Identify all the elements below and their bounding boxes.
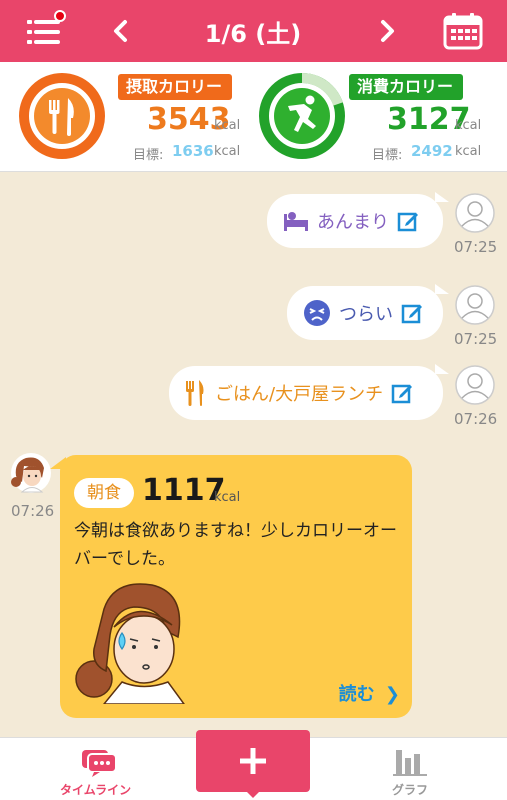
tab-timeline-label: タイムライン [60,783,132,797]
fork-knife-icon [186,380,204,406]
user-avatar-icon[interactable] [455,193,495,233]
sad-face-icon [304,300,330,326]
tab-graph-label: グラフ [392,783,429,797]
burn-label: 消費カロリー [349,74,464,100]
chevron-left-icon[interactable] [106,16,136,46]
burn-goal-label: 目標: [372,148,403,163]
timeline-entry-sleep[interactable]: あんまり [267,192,449,248]
edit-icon[interactable] [391,382,413,404]
entry-time: 07:25 [454,330,498,348]
calendar-icon[interactable] [443,12,483,50]
intake-goal-value: 1636 [172,142,214,160]
edit-icon[interactable] [401,302,423,324]
burn-goal-value: 2492 [411,142,453,160]
intake-label: 摂取カロリー [118,74,233,100]
tab-graph[interactable]: グラフ [370,738,450,800]
meal-kcal: 1117 [142,473,226,508]
menu-button[interactable] [24,10,66,50]
entry-time: 07:26 [454,410,498,428]
timeline-entry-mood[interactable]: つらい [287,284,449,340]
entry-time: 07:25 [454,238,498,256]
entry-label: あんまり [317,212,389,233]
coach-time: 07:26 [11,502,55,520]
burn-goal-unit: kcal [455,144,482,159]
app-header: 1/6 (土) [0,0,507,62]
tab-timeline[interactable]: タイムライン [50,738,150,800]
current-date: 1/6 (土) [204,20,302,48]
intake-unit: kcal [214,118,241,133]
coach-message: 今朝は食欲ありますね！少しカロリーオーバーでした。 [74,521,397,569]
coach-message-card[interactable]: 朝食 1117 kcal 今朝は食欲ありますね！少しカロリーオーバーでした。 読… [50,455,412,718]
chevron-right-icon[interactable] [372,16,402,46]
read-more-link[interactable]: 読む ❯ [339,680,400,706]
bar-chart-icon [393,750,427,776]
chevron-right-icon: ❯ [384,684,400,705]
intake-goal-label: 目標: [133,148,164,163]
burn-unit: kcal [455,118,482,133]
meal-kcal-unit: kcal [214,490,241,505]
notification-badge [54,10,66,22]
read-more-label: 読む [338,684,375,705]
coach-avatar[interactable] [10,452,52,494]
calorie-summary: 摂取カロリー 3543 kcal 目標: 1636 kcal 消費カロリー 31… [0,62,507,172]
add-button-pointer [245,790,261,798]
user-avatar-icon[interactable] [455,285,495,325]
timeline-entry-meal[interactable]: ごはん/大戸屋ランチ [169,364,449,420]
burn-ring[interactable] [258,72,346,160]
user-avatar-icon[interactable] [455,365,495,405]
plus-icon [240,748,266,774]
meal-type-tag: 朝食 [74,478,134,508]
chat-bubble-icon [82,750,117,777]
bed-icon [284,212,308,231]
edit-icon[interactable] [397,210,419,232]
add-entry-button[interactable] [196,730,310,798]
entry-label: つらい [339,304,393,325]
coach-illustration [75,583,185,704]
intake-goal-unit: kcal [214,144,241,159]
entry-label: ごはん/大戸屋ランチ [215,384,384,405]
intake-ring[interactable] [18,72,106,160]
